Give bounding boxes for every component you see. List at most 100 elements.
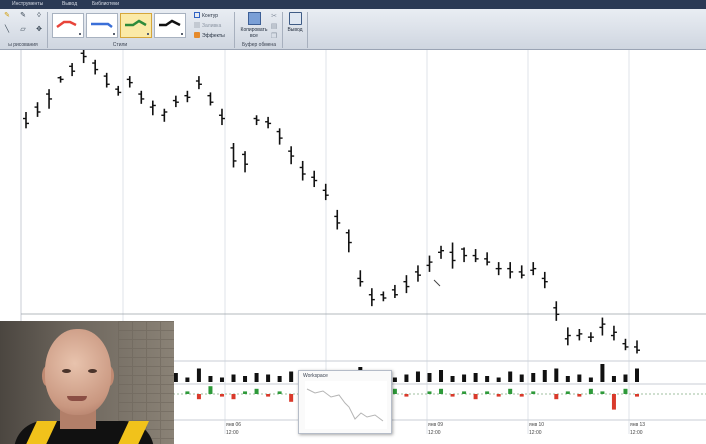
group-divider bbox=[307, 12, 308, 48]
date-tick-label: янв 10 bbox=[529, 422, 544, 428]
blue-line-style-icon bbox=[91, 22, 113, 28]
volume-bar bbox=[173, 373, 178, 382]
volume-bar bbox=[243, 376, 248, 382]
volume-bar bbox=[485, 376, 490, 382]
delta-bar-negative bbox=[635, 394, 639, 397]
volume-bar bbox=[565, 376, 570, 382]
contour-icon bbox=[194, 12, 200, 18]
volume-bar bbox=[635, 368, 639, 382]
volume-bar bbox=[415, 371, 420, 382]
volume-bar bbox=[427, 373, 432, 382]
output-label: Вывод bbox=[287, 27, 303, 33]
black-line-style-icon bbox=[159, 19, 181, 27]
dropdown-dot bbox=[147, 33, 149, 35]
eraser-icon[interactable]: ▱ bbox=[19, 26, 27, 34]
copy-icon bbox=[247, 12, 261, 25]
copy-all-label: Копировать все bbox=[240, 27, 268, 39]
delta-bar-negative bbox=[196, 394, 201, 400]
copy-all-button[interactable]: Копировать все bbox=[240, 12, 268, 39]
volume-bar bbox=[542, 370, 547, 382]
volume-bar bbox=[462, 374, 467, 382]
ribbon-tab-strip: Инструменты Вывод Библиотеки bbox=[0, 0, 706, 9]
delta-bar-negative bbox=[496, 394, 501, 397]
delta-bar-positive bbox=[565, 391, 570, 394]
delta-bar-positive bbox=[277, 391, 282, 394]
volume-bar bbox=[289, 371, 294, 382]
output-button[interactable]: Вывод bbox=[285, 12, 305, 33]
tab-tools[interactable]: Инструменты bbox=[12, 0, 43, 8]
black-line-style-button[interactable] bbox=[154, 13, 186, 38]
volume-bar bbox=[519, 374, 524, 382]
paste-icon[interactable]: ▤ bbox=[270, 23, 278, 31]
dropdown-dot bbox=[113, 33, 115, 35]
green-line-style-button[interactable] bbox=[120, 13, 152, 38]
volume-bar bbox=[508, 371, 513, 382]
presenter-eye bbox=[88, 369, 97, 373]
delta-bar-negative bbox=[577, 394, 582, 397]
effects-label: Эффекты bbox=[202, 33, 225, 39]
group-divider bbox=[47, 12, 48, 48]
group-divider bbox=[234, 12, 235, 48]
volume-bar bbox=[404, 374, 409, 382]
drop-icon[interactable]: ◊ bbox=[35, 12, 43, 20]
mouse-cursor-mark bbox=[433, 279, 441, 287]
blue-line-style-button[interactable] bbox=[86, 13, 118, 38]
dropdown-dot bbox=[79, 33, 81, 35]
delta-bar-positive bbox=[485, 391, 490, 394]
delta-bar-negative bbox=[404, 394, 409, 397]
brush-icon[interactable]: ✎ bbox=[19, 12, 27, 20]
delta-bar-positive bbox=[462, 391, 467, 394]
tab-output[interactable]: Вывод bbox=[62, 0, 77, 8]
delta-bar-negative bbox=[473, 394, 478, 400]
effects-icon bbox=[194, 32, 200, 38]
preview-title: Workspace bbox=[303, 373, 328, 379]
pencil-icon[interactable]: ✎ bbox=[3, 12, 11, 20]
ribbon: ✎ ✎ ◊ ╲ ▱ ✥ ы рисования Стили Контур Зал… bbox=[0, 9, 706, 50]
clipboard-group-label: Буфер обмена bbox=[242, 42, 276, 48]
volume-bar bbox=[196, 368, 201, 382]
volume-bar bbox=[577, 374, 582, 382]
volume-bar bbox=[219, 377, 224, 382]
volume-bar bbox=[496, 377, 501, 382]
delta-bar-negative bbox=[231, 394, 236, 400]
time-tick-label: 12:00 bbox=[428, 430, 441, 436]
drawing-group-label: ы рисования bbox=[8, 42, 38, 48]
delta-bar-positive bbox=[254, 388, 259, 394]
cut-icon[interactable]: ✂ bbox=[270, 13, 278, 21]
contour-button[interactable]: Контур bbox=[194, 12, 218, 20]
line-tool-icon[interactable]: ╲ bbox=[3, 26, 11, 34]
presenter-webcam bbox=[0, 321, 174, 444]
delta-bar-positive bbox=[185, 391, 190, 394]
shapes-icon[interactable]: ✥ bbox=[35, 26, 43, 34]
delta-bar-negative bbox=[554, 394, 559, 400]
tab-libraries[interactable]: Библиотеки bbox=[92, 0, 119, 8]
volume-bar bbox=[611, 376, 616, 382]
date-tick-label: янв 13 bbox=[630, 422, 645, 428]
effects-button[interactable]: Эффекты bbox=[194, 32, 225, 40]
presenter-eye bbox=[62, 369, 71, 373]
red-line-style-button[interactable] bbox=[52, 13, 84, 38]
delta-bar-negative bbox=[450, 394, 455, 397]
preview-thumbnail bbox=[305, 381, 387, 429]
volume-bar bbox=[208, 376, 213, 382]
volume-bar bbox=[588, 377, 593, 382]
delta-bar-positive bbox=[243, 391, 248, 394]
fill-label: Заливка bbox=[202, 23, 222, 29]
presenter-face bbox=[45, 329, 111, 415]
date-tick-label: янв 09 bbox=[428, 422, 443, 428]
copy-small-icon[interactable]: ❐ bbox=[270, 33, 278, 41]
delta-bar-negative bbox=[519, 394, 524, 397]
volume-bar bbox=[600, 364, 605, 382]
app-window: Инструменты Вывод Библиотеки ✎ ✎ ◊ ╲ ▱ ✥… bbox=[0, 0, 706, 444]
contour-label: Контур bbox=[202, 13, 219, 19]
group-divider bbox=[282, 12, 283, 48]
volume-bar bbox=[185, 377, 190, 382]
red-line-style-icon bbox=[56, 20, 77, 29]
delta-bar-negative bbox=[611, 394, 616, 410]
window-preview-popup[interactable]: Workspace bbox=[298, 370, 392, 434]
volume-bar bbox=[473, 373, 478, 382]
export-icon bbox=[288, 12, 302, 25]
delta-bar-positive bbox=[427, 391, 432, 394]
fill-button[interactable]: Заливка bbox=[194, 22, 221, 30]
time-tick-label: 12:00 bbox=[630, 430, 643, 436]
